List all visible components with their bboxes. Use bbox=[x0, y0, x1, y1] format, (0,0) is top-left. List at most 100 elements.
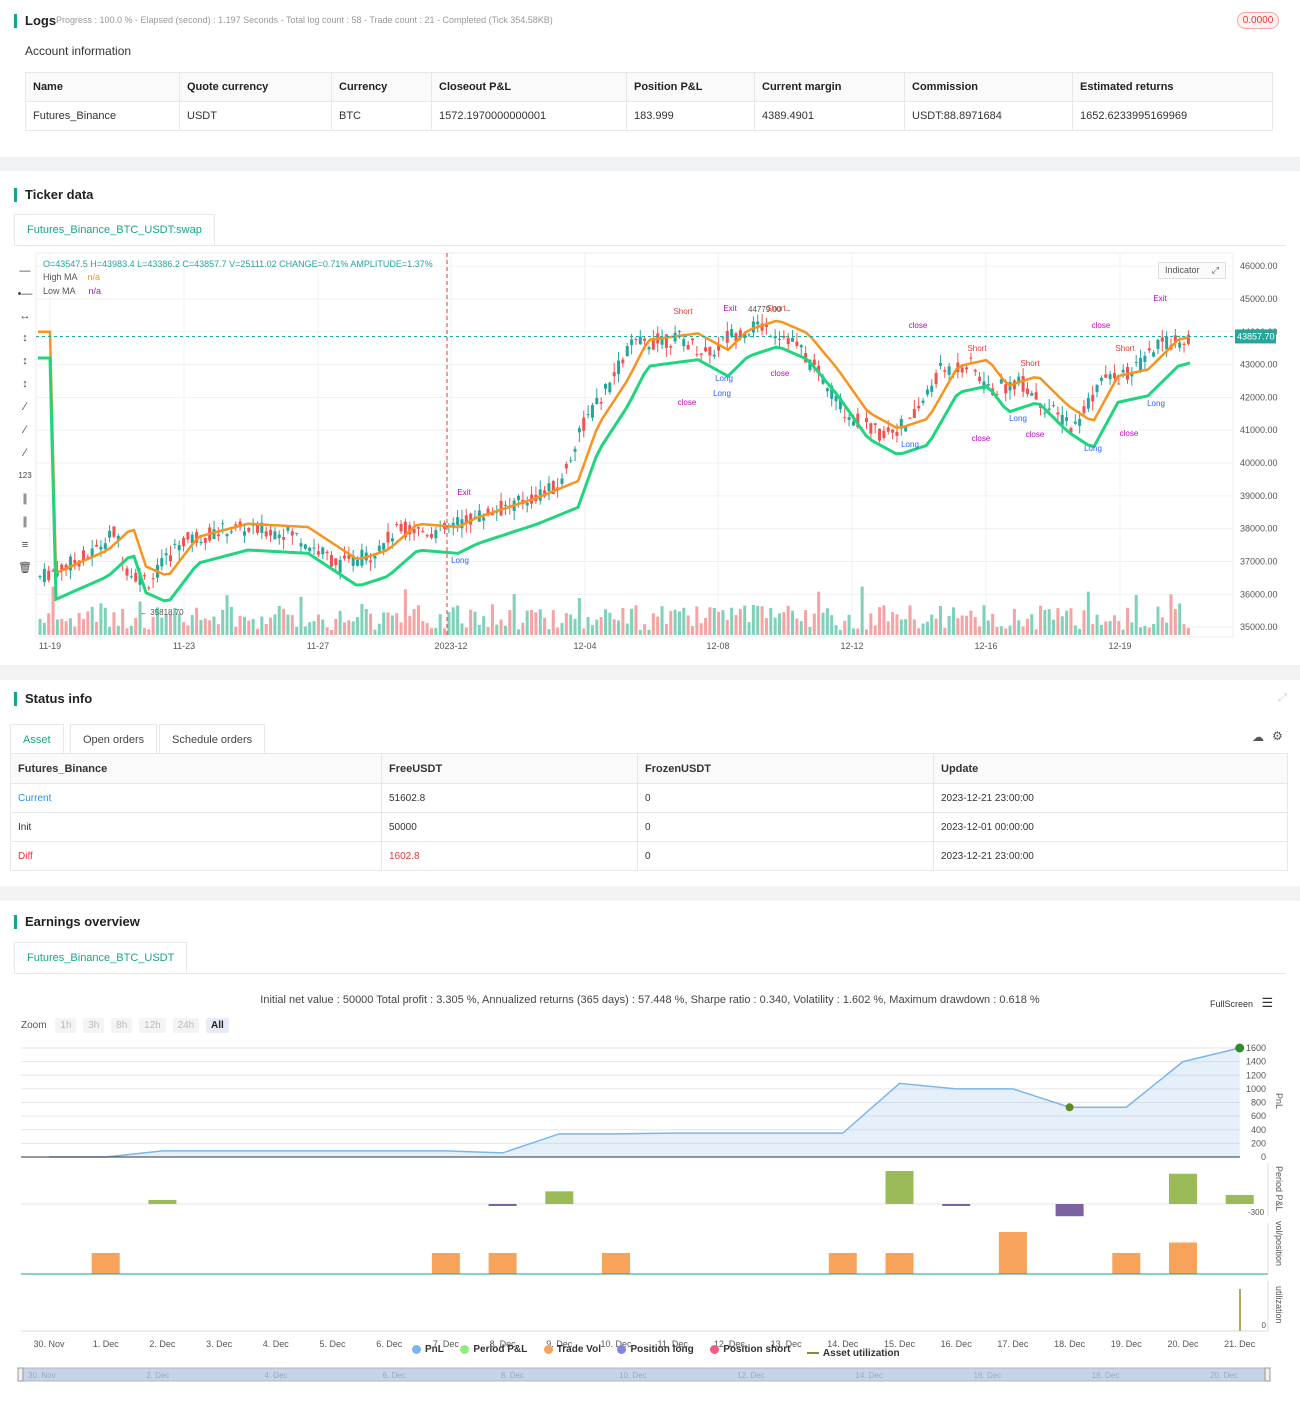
volume-bar bbox=[486, 627, 490, 635]
trade-marker-label: Short bbox=[1115, 344, 1135, 353]
asset-cell: 0 bbox=[637, 783, 934, 813]
acct-cell: USDT bbox=[179, 101, 332, 131]
trade-marker-label: Long bbox=[715, 374, 733, 383]
indicator-button[interactable]: Indicator ⤢ bbox=[1158, 262, 1226, 279]
candle-body bbox=[660, 339, 664, 345]
candle-body bbox=[338, 560, 342, 573]
candle-body bbox=[756, 321, 760, 325]
volume-bar bbox=[430, 628, 433, 635]
period-axis-title: Period P&L bbox=[1274, 1166, 1284, 1212]
candle-body bbox=[590, 405, 594, 418]
volume-bar bbox=[412, 609, 416, 635]
trade-marker-label: Exit bbox=[1153, 294, 1167, 303]
candle-body bbox=[416, 527, 420, 529]
volume-bar bbox=[347, 620, 351, 635]
tab-schedule-orders[interactable]: Schedule orders bbox=[159, 724, 266, 754]
gear-icon[interactable]: ⚙ bbox=[1272, 729, 1283, 743]
candle-body bbox=[247, 527, 251, 532]
candle-body bbox=[1160, 337, 1164, 342]
candle-body bbox=[282, 537, 286, 540]
legend-asset-utilization[interactable]: Asset utilization bbox=[806, 1348, 900, 1359]
candle-body bbox=[421, 531, 425, 533]
candle-body bbox=[943, 370, 947, 372]
legend-pnl[interactable]: PnL bbox=[412, 1344, 444, 1355]
x-tick-label: 30. Nov bbox=[33, 1339, 65, 1349]
volume-bar bbox=[425, 623, 429, 635]
candle-body bbox=[177, 545, 181, 551]
volume-bar bbox=[1169, 594, 1173, 635]
logs-title: Logs bbox=[14, 14, 56, 28]
legend-position-long[interactable]: Position long bbox=[617, 1344, 694, 1355]
volume-bar bbox=[1178, 603, 1182, 635]
volume-bar bbox=[895, 614, 899, 635]
navigator-tick-label: 12. Dec bbox=[737, 1371, 765, 1380]
volume-bar bbox=[443, 628, 447, 635]
collapse-icon[interactable]: ⤢ bbox=[1278, 692, 1287, 705]
volume-bar bbox=[68, 618, 72, 635]
volume-bar bbox=[477, 624, 481, 635]
x-tick-label: 12-04 bbox=[573, 641, 596, 651]
volume-bar bbox=[403, 589, 407, 635]
candle-body bbox=[503, 504, 507, 506]
period-pnl-bar bbox=[148, 1199, 177, 1204]
volume-bar bbox=[186, 625, 190, 635]
candle-body bbox=[1099, 377, 1103, 381]
acct-cell: 1652.6233995169969 bbox=[1072, 101, 1273, 131]
volume-bar bbox=[229, 606, 233, 635]
volume-bar bbox=[1160, 617, 1164, 635]
trade-vol-bar bbox=[602, 1253, 630, 1274]
y-tick-label: 200 bbox=[1251, 1138, 1266, 1148]
volume-bar bbox=[369, 613, 373, 635]
legend-trade-vol[interactable]: Trade Vol bbox=[543, 1344, 601, 1355]
tab-open-orders[interactable]: Open orders bbox=[70, 724, 158, 754]
candle-body bbox=[621, 359, 625, 364]
candle-body bbox=[377, 545, 381, 552]
volume-bar bbox=[73, 626, 77, 635]
candle-body bbox=[1073, 421, 1077, 424]
volume-bar bbox=[564, 613, 568, 635]
earnings-chart[interactable]: 1600 1400 1200 1000 800 600 400 200 0 PnL -300 Peri… bbox=[0, 901, 1300, 1404]
candle-body bbox=[869, 423, 873, 434]
volume-bar bbox=[717, 611, 721, 635]
util-tick-label: 0 bbox=[1262, 1321, 1267, 1330]
trade-marker-label: Short bbox=[766, 304, 786, 313]
tab-asset[interactable]: Asset bbox=[10, 724, 64, 754]
volume-bar bbox=[999, 626, 1003, 635]
candle-body bbox=[669, 346, 673, 348]
y-tick-label: 46000.00 bbox=[1240, 261, 1278, 271]
x-tick-label: 2. Dec bbox=[149, 1339, 176, 1349]
candle-body bbox=[638, 336, 642, 345]
table-row: Init 50000 0 2023-12-01 00:00:00 bbox=[10, 812, 1288, 842]
expand-icon[interactable]: ⤢ bbox=[1212, 263, 1219, 278]
legend-position-short[interactable]: Position short bbox=[710, 1344, 790, 1355]
volume-bar bbox=[538, 609, 542, 635]
candle-body bbox=[395, 523, 399, 526]
trade-marker-label: close bbox=[972, 434, 991, 443]
legend-period-pnl[interactable]: Period P&L bbox=[460, 1344, 527, 1355]
candle-body bbox=[708, 346, 712, 356]
navigator-tick-label: 16. Dec bbox=[974, 1371, 1002, 1380]
trade-vol-bar bbox=[431, 1253, 460, 1274]
volume-bar bbox=[577, 598, 581, 635]
candle-body bbox=[969, 357, 973, 359]
candle-body bbox=[617, 360, 621, 374]
volume-bar bbox=[142, 628, 146, 635]
volume-bar bbox=[965, 615, 969, 635]
candle-body bbox=[921, 400, 925, 403]
candle-body bbox=[525, 502, 529, 506]
candle-body bbox=[316, 551, 320, 555]
candle-body bbox=[1043, 412, 1047, 414]
cloud-icon[interactable]: ☁ bbox=[1252, 730, 1264, 744]
volume-bar bbox=[421, 620, 425, 635]
x-tick-label: 5. Dec bbox=[319, 1339, 346, 1349]
candle-body bbox=[199, 541, 203, 544]
asset-cell: 2023-12-01 00:00:00 bbox=[933, 812, 1288, 842]
volume-bar bbox=[1012, 608, 1016, 635]
candle-body bbox=[721, 337, 725, 339]
candle-body bbox=[112, 526, 116, 537]
candlestick-chart[interactable]: 46000.0045000.0044000.0043000.0042000.00… bbox=[0, 171, 1300, 665]
volume-bar bbox=[151, 616, 155, 635]
volume-bar bbox=[108, 626, 112, 635]
trade-marker-label: close bbox=[1026, 430, 1045, 439]
logs-badge[interactable]: 0.0000 bbox=[1237, 12, 1279, 29]
